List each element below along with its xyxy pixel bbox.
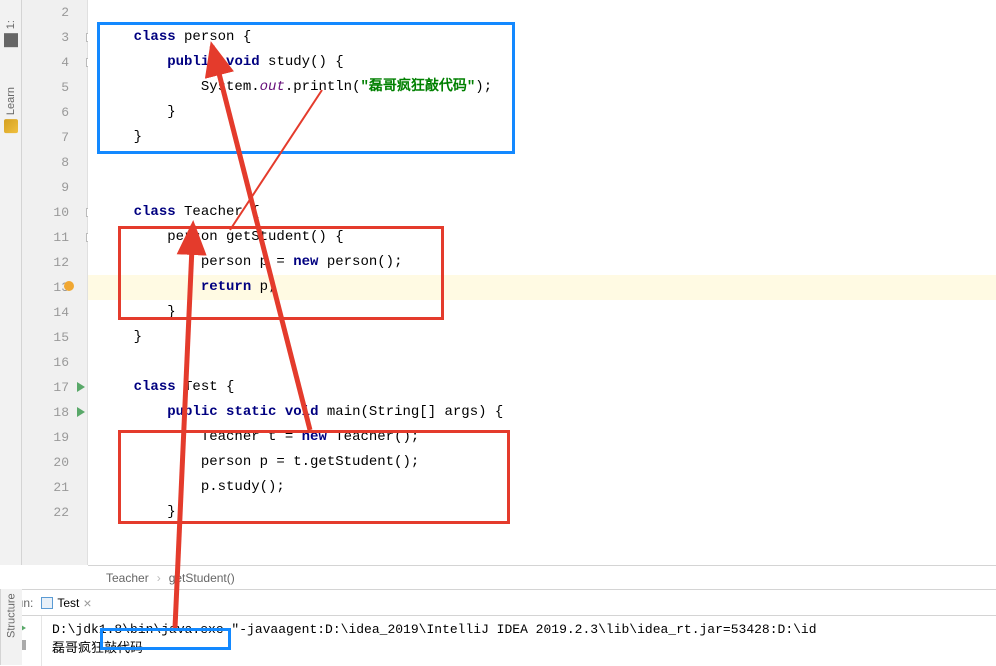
- code-line: person p = new person();: [88, 250, 996, 275]
- line-number[interactable]: 8: [22, 150, 87, 175]
- run-header: Run: Test ×: [0, 590, 996, 616]
- code-line: }: [88, 125, 996, 150]
- code-line: System.out.println("磊哥疯狂敲代码");: [88, 75, 996, 100]
- project-tool-button[interactable]: 1:: [4, 20, 18, 47]
- code-line: [88, 175, 996, 200]
- code-line: }: [88, 300, 996, 325]
- line-number[interactable]: 9: [22, 175, 87, 200]
- run-gutter-icon[interactable]: [77, 382, 85, 392]
- code-line: Teacher t = new Teacher();: [88, 425, 996, 450]
- breadcrumb-item[interactable]: getStudent(): [169, 571, 235, 585]
- line-number[interactable]: 14: [22, 300, 87, 325]
- code-line: public void study() {: [88, 50, 996, 75]
- code-line: }: [88, 500, 996, 525]
- line-number[interactable]: 3−: [22, 25, 87, 50]
- code-editor[interactable]: class person { public void study() { Sys…: [88, 0, 996, 565]
- line-number[interactable]: 19: [22, 425, 87, 450]
- run-gutter-icon[interactable]: [77, 407, 85, 417]
- line-number[interactable]: 18: [22, 400, 87, 425]
- project-icon: [4, 33, 18, 47]
- code-line: class Teacher {: [88, 200, 996, 225]
- line-number[interactable]: 17: [22, 375, 87, 400]
- run-tab[interactable]: Test ×: [41, 595, 91, 611]
- code-line: [88, 350, 996, 375]
- console-line: D:\jdk1.8\bin\java.exe "-javaagent:D:\id…: [52, 622, 817, 637]
- line-number[interactable]: 7: [22, 125, 87, 150]
- console-line: 磊哥疯狂敲代码: [52, 641, 143, 656]
- line-number[interactable]: 13: [22, 275, 87, 300]
- code-line: class person {: [88, 25, 996, 50]
- run-config-icon: [41, 597, 53, 609]
- code-line: }: [88, 325, 996, 350]
- code-line: [88, 0, 996, 25]
- line-number[interactable]: 20: [22, 450, 87, 475]
- code-line: }: [88, 100, 996, 125]
- run-panel: Run: Test × D:\jdk1.8\bin\java.exe "-jav…: [0, 589, 996, 665]
- left-toolbar: 1: Learn: [0, 0, 22, 565]
- bulb-icon[interactable]: [64, 281, 74, 291]
- line-number[interactable]: 21: [22, 475, 87, 500]
- code-line: p.study();: [88, 475, 996, 500]
- run-tab-name: Test: [57, 596, 79, 610]
- line-number[interactable]: 22: [22, 500, 87, 525]
- learn-tool-button[interactable]: Learn: [4, 87, 18, 133]
- learn-label: Learn: [5, 87, 17, 115]
- line-number[interactable]: 6: [22, 100, 87, 125]
- code-line: public static void main(String[] args) {: [88, 400, 996, 425]
- line-number[interactable]: 11−: [22, 225, 87, 250]
- line-number[interactable]: 16: [22, 350, 87, 375]
- line-number[interactable]: 2: [22, 0, 87, 25]
- code-line: person getStudent() {: [88, 225, 996, 250]
- line-number[interactable]: 12: [22, 250, 87, 275]
- chevron-right-icon: ›: [157, 571, 161, 585]
- line-number[interactable]: 15: [22, 325, 87, 350]
- code-line: class Test {: [88, 375, 996, 400]
- project-label: 1:: [5, 20, 17, 29]
- close-icon[interactable]: ×: [83, 595, 91, 611]
- learn-icon: [4, 119, 18, 133]
- console-output[interactable]: D:\jdk1.8\bin\java.exe "-javaagent:D:\id…: [42, 616, 996, 666]
- code-line: return p;: [88, 275, 996, 300]
- gutter: 2 3− 4− 5 6 7 8 9 10− 11− 12 13 14 15 16…: [22, 0, 88, 565]
- structure-tool-button[interactable]: Structure: [0, 589, 22, 665]
- breadcrumb-item[interactable]: Teacher: [106, 571, 149, 585]
- breadcrumb: Teacher › getStudent(): [88, 565, 996, 589]
- line-number[interactable]: 5: [22, 75, 87, 100]
- line-number[interactable]: 4−: [22, 50, 87, 75]
- code-line: person p = t.getStudent();: [88, 450, 996, 475]
- line-number[interactable]: 10−: [22, 200, 87, 225]
- code-line: [88, 150, 996, 175]
